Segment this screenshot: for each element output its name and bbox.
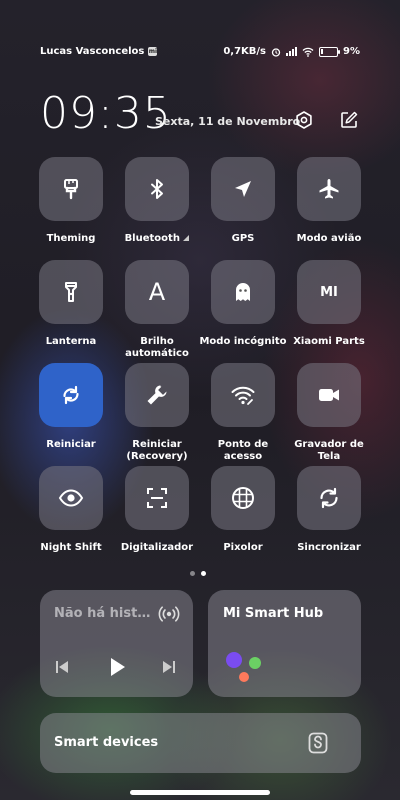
hotspot-icon	[230, 382, 256, 408]
tile-label-reiniciar-recovery: Reiniciar (Recovery)	[112, 439, 202, 463]
tile-label-bluetooth: Bluetooth	[112, 233, 202, 245]
smart-devices-title: Smart devices	[54, 735, 159, 750]
grid-circle-icon	[230, 485, 256, 511]
tile-label-gravador-de-tela: Gravador de Tela	[284, 439, 374, 463]
tile-pixolor[interactable]	[211, 466, 275, 530]
tile-label-text: Modo avião	[296, 233, 362, 244]
sync-icon	[316, 485, 342, 511]
brush-icon	[59, 177, 83, 201]
tile-theming[interactable]	[39, 157, 103, 221]
tile-label-text: Ponto de acesso	[217, 439, 269, 462]
previous-icon[interactable]	[54, 659, 70, 679]
tile-brilho-automatico[interactable]: A	[125, 260, 189, 324]
tile-label-text: Reiniciar	[46, 439, 96, 450]
ghost-icon	[231, 280, 255, 304]
gear-icon[interactable]	[292, 108, 316, 132]
smart-devices-card[interactable]: Smart devices	[40, 713, 361, 773]
tile-gps[interactable]	[211, 157, 275, 221]
video-camera-icon	[316, 382, 342, 408]
status-bar-right: 0,7KB/s 9%	[223, 46, 360, 57]
page-dot-active[interactable]	[201, 571, 206, 576]
tile-lanterna[interactable]	[39, 260, 103, 324]
tile-label-gps: GPS	[198, 233, 288, 245]
home-indicator[interactable]	[130, 790, 270, 795]
user-name: Lucas Vasconcelos	[40, 46, 145, 57]
play-icon[interactable]	[106, 656, 128, 682]
tile-label-text: Modo incógnito	[199, 336, 287, 347]
tile-gravador-de-tela[interactable]	[297, 363, 361, 427]
eye-icon	[58, 485, 84, 511]
tile-label-lanterna: Lanterna	[26, 336, 116, 348]
battery-icon	[319, 46, 341, 57]
tile-label-modo-incognito: Modo incógnito	[198, 336, 288, 348]
wifi-icon	[302, 47, 314, 57]
smart-hub-card[interactable]: Mi Smart Hub	[208, 590, 361, 697]
tile-label-brilho-automatico: Brilho automático	[112, 336, 202, 360]
smart-hub-dots-icon	[224, 650, 268, 686]
wrench-icon	[144, 382, 170, 408]
tile-label-night-shift: Night Shift	[26, 542, 116, 554]
signal-icon	[286, 47, 298, 56]
flashlight-icon	[59, 280, 83, 304]
airplane-icon	[317, 177, 341, 201]
tile-reiniciar-recovery[interactable]	[125, 363, 189, 427]
page-indicator	[190, 571, 206, 576]
status-bar-left: Lucas Vasconcelos mi	[40, 46, 158, 57]
tile-label-text: Digitalizador	[120, 542, 194, 553]
page-dot[interactable]	[190, 571, 195, 576]
mi-badge-icon: mi	[148, 47, 158, 56]
tile-label-text: Gravador de Tela	[294, 439, 364, 462]
tile-label-ponto-de-acesso: Ponto de acesso	[198, 439, 288, 463]
auto-brightness-icon: A	[148, 278, 166, 306]
tile-modo-aviao[interactable]	[297, 157, 361, 221]
tile-reiniciar[interactable]	[39, 363, 103, 427]
next-icon[interactable]	[161, 659, 177, 679]
smart-devices-icon[interactable]	[308, 732, 328, 758]
tile-label-text: GPS	[231, 233, 255, 244]
tile-sincronizar[interactable]	[297, 466, 361, 530]
mi-logo-icon: MI	[320, 284, 338, 300]
location-arrow-icon	[231, 177, 255, 201]
clock: 09:35	[40, 88, 172, 139]
edit-icon[interactable]	[337, 108, 361, 132]
tile-ponto-de-acesso[interactable]	[211, 363, 275, 427]
battery-percent: 9%	[343, 46, 360, 57]
tile-label-text: Sincronizar	[297, 542, 361, 553]
expand-indicator-icon	[180, 233, 190, 244]
cast-icon[interactable]	[156, 601, 182, 627]
tile-label-theming: Theming	[26, 233, 116, 245]
tile-label-pixolor: Pixolor	[198, 542, 288, 554]
tile-label-text: Theming	[46, 233, 96, 244]
tile-label-text: Reiniciar (Recovery)	[126, 439, 188, 462]
smart-hub-title: Mi Smart Hub	[223, 606, 324, 621]
bluetooth-icon	[145, 177, 169, 201]
network-speed: 0,7KB/s	[223, 46, 267, 57]
tile-label-sincronizar: Sincronizar	[284, 542, 374, 554]
tile-night-shift[interactable]	[39, 466, 103, 530]
media-player-card[interactable]: Não há histórico	[40, 590, 193, 697]
tile-bluetooth[interactable]	[125, 157, 189, 221]
tile-label-xiaomi-parts: Xiaomi Parts	[284, 336, 374, 348]
tile-label-digitalizador: Digitalizador	[112, 542, 202, 554]
tile-label-text: Brilho automático	[125, 336, 189, 359]
media-title: Não há histórico	[54, 606, 154, 621]
alarm-icon	[271, 47, 281, 57]
tile-label-text: Pixolor	[223, 542, 263, 553]
date: Sexta, 11 de Novembro	[155, 115, 301, 128]
tile-label-text: Lanterna	[45, 336, 97, 347]
tile-label-text: Bluetooth	[124, 233, 180, 244]
tile-digitalizador[interactable]	[125, 466, 189, 530]
tile-label-text: Xiaomi Parts	[293, 336, 365, 347]
tile-label-reiniciar: Reiniciar	[26, 439, 116, 451]
tile-label-text: Night Shift	[40, 542, 102, 553]
tile-modo-incognito[interactable]	[211, 260, 275, 324]
tile-label-modo-aviao: Modo avião	[284, 233, 374, 245]
tile-xiaomi-parts[interactable]: MI	[297, 260, 361, 324]
restart-icon	[58, 382, 84, 408]
scan-icon	[144, 485, 170, 511]
